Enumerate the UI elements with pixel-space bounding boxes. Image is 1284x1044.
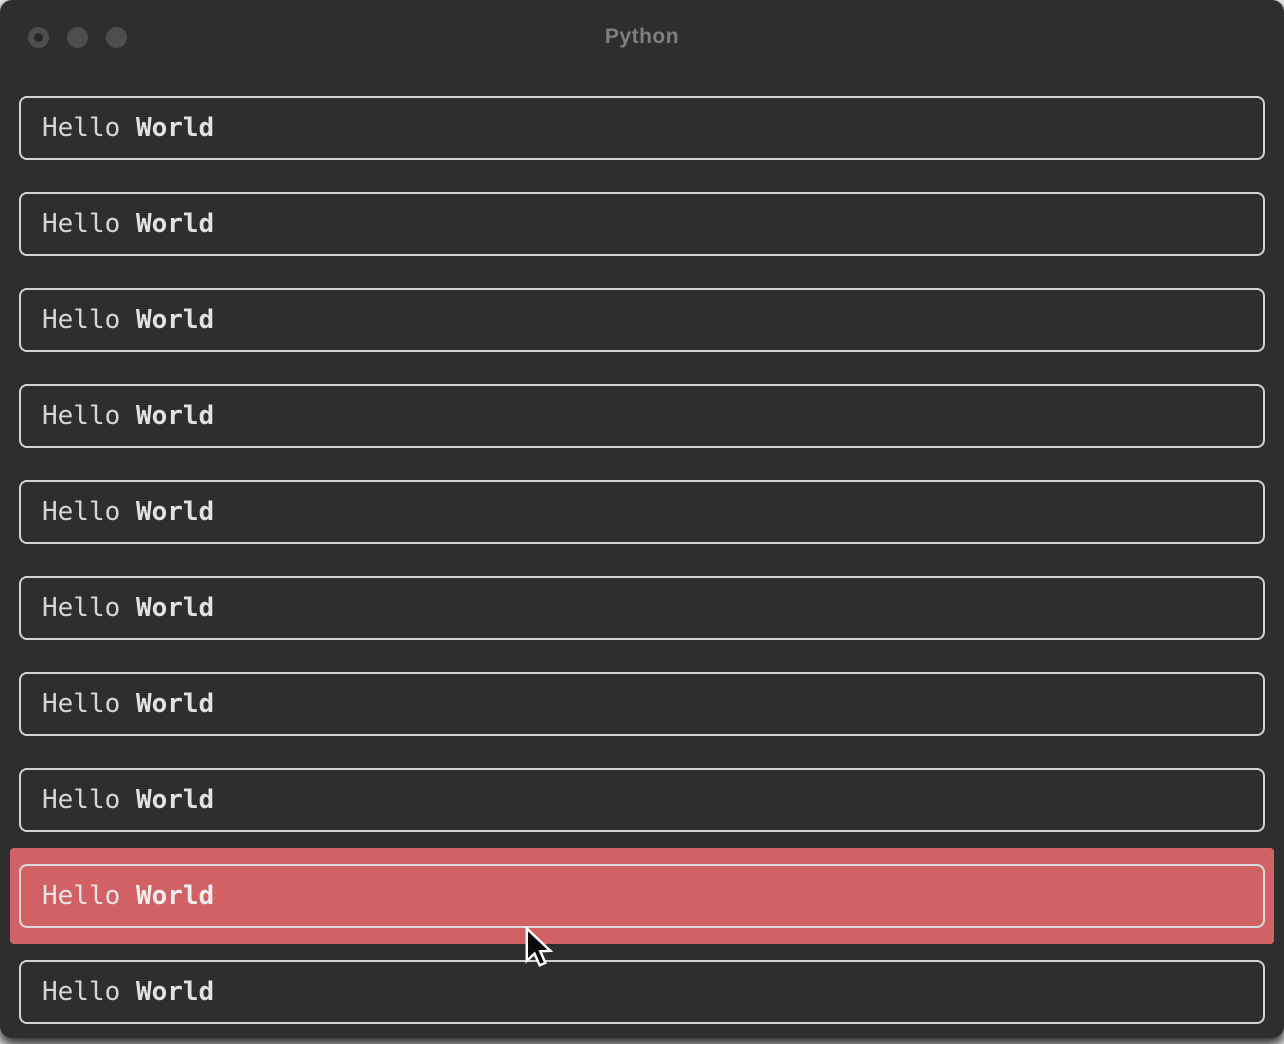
world-word: World — [136, 785, 214, 815]
hello-world-button[interactable]: Hello World — [19, 384, 1265, 448]
hello-world-button[interactable]: Hello World — [19, 192, 1265, 256]
world-word: World — [136, 305, 214, 335]
hello-word: Hello — [42, 689, 120, 719]
hello-word: Hello — [42, 881, 120, 911]
hello-word: Hello — [42, 305, 120, 335]
hello-world-row[interactable]: Hello World — [10, 656, 1274, 752]
hello-world-row[interactable]: Hello World — [10, 560, 1274, 656]
hello-world-row[interactable]: Hello World — [10, 80, 1274, 176]
hello-world-button[interactable]: Hello World — [19, 480, 1265, 544]
world-word: World — [136, 113, 214, 143]
hello-word: Hello — [42, 497, 120, 527]
hello-word: Hello — [42, 977, 120, 1007]
window-title: Python — [0, 25, 1284, 49]
hello-world-row[interactable]: Hello World — [10, 752, 1274, 848]
hello-world-row[interactable]: Hello World — [10, 272, 1274, 368]
hello-word: Hello — [42, 209, 120, 239]
hello-world-row-highlighted[interactable]: Hello World — [10, 848, 1274, 944]
hello-world-button[interactable]: Hello World — [19, 288, 1265, 352]
world-word: World — [136, 977, 214, 1007]
world-word: World — [136, 401, 214, 431]
hello-world-button[interactable]: Hello World — [19, 960, 1265, 1024]
hello-word: Hello — [42, 401, 120, 431]
hello-world-button[interactable]: Hello World — [19, 864, 1265, 928]
world-word: World — [136, 881, 214, 911]
world-word: World — [136, 689, 214, 719]
python-window: Python Hello World Hello World Hello Wor… — [0, 0, 1284, 1038]
hello-world-button[interactable]: Hello World — [19, 672, 1265, 736]
titlebar: Python — [0, 0, 1284, 80]
world-word: World — [136, 209, 214, 239]
world-word: World — [136, 593, 214, 623]
hello-world-row[interactable]: Hello World — [10, 464, 1274, 560]
hello-world-row[interactable]: Hello World — [10, 176, 1274, 272]
world-word: World — [136, 497, 214, 527]
hello-world-row[interactable]: Hello World — [10, 944, 1274, 1038]
hello-world-button[interactable]: Hello World — [19, 576, 1265, 640]
hello-world-row[interactable]: Hello World — [10, 368, 1274, 464]
button-list: Hello World Hello World Hello World Hell… — [0, 80, 1284, 1038]
hello-word: Hello — [42, 593, 120, 623]
hello-word: Hello — [42, 113, 120, 143]
hello-word: Hello — [42, 785, 120, 815]
hello-world-button[interactable]: Hello World — [19, 768, 1265, 832]
hello-world-button[interactable]: Hello World — [19, 96, 1265, 160]
